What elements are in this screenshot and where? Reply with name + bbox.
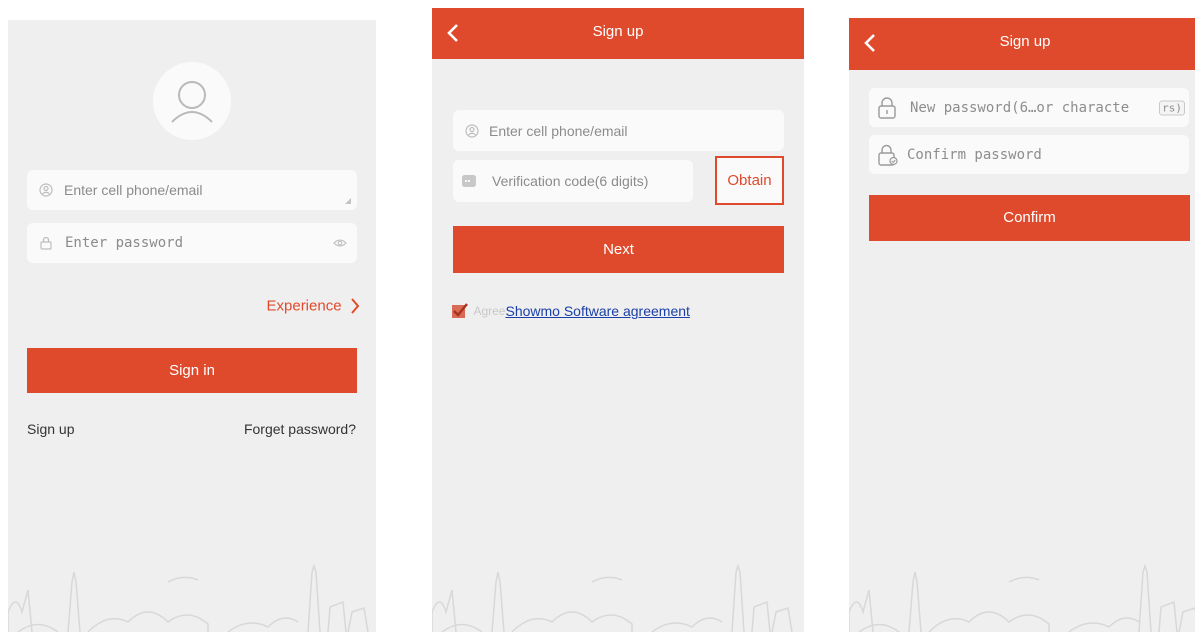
signup-header: Sign up bbox=[432, 8, 804, 59]
lock-check-icon bbox=[878, 144, 898, 166]
login-screen: Enter cell phone/email Enter password Ex… bbox=[8, 20, 376, 632]
skyline-illustration bbox=[8, 563, 369, 632]
avatar-icon bbox=[171, 81, 213, 123]
confirm-password-input[interactable]: Confirm password bbox=[907, 147, 1042, 163]
confirm-password-field[interactable]: Confirm password bbox=[869, 135, 1189, 174]
lock-icon bbox=[878, 96, 896, 119]
avatar bbox=[153, 62, 231, 140]
password-screen: Sign up New password(6…or characte rs) C… bbox=[849, 18, 1195, 632]
eye-icon[interactable] bbox=[333, 238, 347, 248]
password-title: Sign up bbox=[999, 33, 1051, 50]
password-field[interactable]: Enter password bbox=[27, 223, 357, 263]
account-field[interactable]: Enter cell phone/email bbox=[27, 170, 357, 210]
resize-grip-icon bbox=[345, 198, 351, 204]
forget-password-link[interactable]: Forget password? bbox=[244, 421, 356, 437]
user-icon bbox=[465, 123, 479, 138]
signup-screen: Sign up Enter cell phone/email Verificat… bbox=[432, 8, 804, 632]
checkbox-icon[interactable] bbox=[451, 302, 469, 320]
software-agreement-link[interactable]: Showmo Software agreement bbox=[505, 303, 689, 319]
password-header: Sign up bbox=[849, 18, 1195, 70]
signup-account-input[interactable]: Enter cell phone/email bbox=[489, 123, 628, 139]
sign-up-link[interactable]: Sign up bbox=[27, 421, 74, 437]
next-button[interactable]: Next bbox=[453, 226, 784, 273]
verification-code-input[interactable]: Verification code(6 digits) bbox=[492, 173, 648, 189]
message-icon bbox=[462, 175, 476, 187]
skyline-illustration bbox=[432, 563, 793, 632]
new-password-badge: rs) bbox=[1159, 100, 1185, 115]
agree-prefix: Agree bbox=[473, 304, 506, 318]
verification-code-field[interactable]: Verification code(6 digits) bbox=[453, 160, 693, 202]
experience-link[interactable]: Experience bbox=[267, 297, 361, 317]
new-password-input[interactable]: New password(6…or characte bbox=[910, 100, 1129, 116]
skyline-illustration bbox=[849, 563, 1195, 632]
user-icon bbox=[39, 183, 53, 197]
new-password-field[interactable]: New password(6…or characte rs) bbox=[869, 88, 1189, 127]
signup-account-field[interactable]: Enter cell phone/email bbox=[453, 110, 784, 151]
chevron-right-icon bbox=[351, 298, 360, 314]
lock-icon bbox=[40, 236, 52, 250]
obtain-button[interactable]: Obtain bbox=[715, 156, 784, 205]
experience-label: Experience bbox=[266, 297, 342, 315]
password-input[interactable]: Enter password bbox=[65, 235, 183, 251]
sign-in-button[interactable]: Sign in bbox=[27, 348, 357, 393]
agreement-row: AgreeShowmo Software agreement bbox=[451, 302, 690, 322]
account-input[interactable]: Enter cell phone/email bbox=[64, 182, 203, 198]
confirm-button[interactable]: Confirm bbox=[869, 195, 1190, 241]
signup-title: Sign up bbox=[592, 23, 644, 40]
